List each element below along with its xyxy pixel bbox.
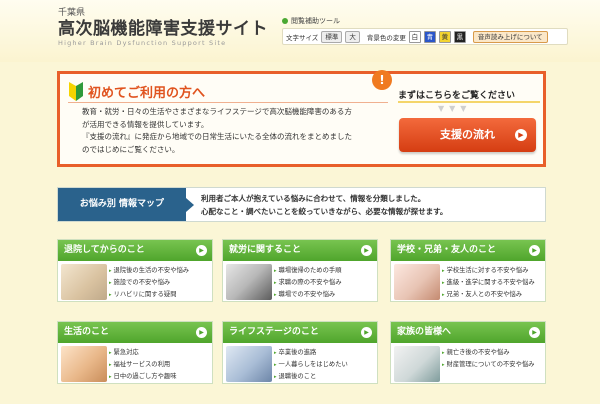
bg-blue-button[interactable]: 青 <box>423 30 436 43</box>
card-link[interactable]: 卒業後の進路 <box>274 347 348 359</box>
intro-title: 初めてご利用の方へ <box>88 86 206 101</box>
arrow-right-icon: ▶ <box>361 245 372 256</box>
card-link[interactable]: 一人暮らしをはじめたい <box>274 359 348 371</box>
support-flow-label: 支援の流れ <box>440 128 495 141</box>
bg-black-button[interactable]: 黒 <box>453 30 466 43</box>
arrow-right-icon: ▶ <box>361 327 372 338</box>
card-header[interactable]: 家族の皆様へ ▶ <box>391 322 545 343</box>
please-see-underline <box>398 101 540 103</box>
info-map-banner: お悩み別 情報マップ 利用者ご本人が抱えている悩みに合わせて、情報を分類しました… <box>57 187 546 222</box>
bg-white-button[interactable]: 白 <box>408 30 421 43</box>
arrow-right-icon: ▶ <box>529 327 540 338</box>
voice-reading-button[interactable]: 音声読み上げについて <box>472 30 548 43</box>
card-photo <box>226 264 272 300</box>
card-link[interactable]: 緊急対応 <box>109 347 176 359</box>
card-photo <box>394 346 440 382</box>
exclamation-icon: ! <box>372 70 392 90</box>
site-title[interactable]: 高次脳機能障害支援サイト <box>58 19 268 39</box>
card-link[interactable]: 退院後の生活の不安や悩み <box>109 265 190 277</box>
prefecture-label: 千葉県 <box>58 8 86 18</box>
bg-color-label: 背景色の変更 <box>366 33 406 42</box>
site-logo[interactable]: 千葉県 高次脳機能障害支援サイト Higher Brain Dysfunctio… <box>58 8 268 48</box>
site-subtitle: Higher Brain Dysfunction Support Site <box>58 39 227 47</box>
card-link[interactable]: 職場での不安や悩み <box>274 289 341 301</box>
map-line-1: 利用者ご本人が抱えている悩みに合わせて、情報を分類しました。 <box>201 194 426 203</box>
card-link[interactable]: 日中の過ごし方や趣味 <box>109 371 177 383</box>
arrow-right-icon: ▶ <box>515 129 527 141</box>
font-size-label: 文字サイズ <box>286 33 319 42</box>
card-title: ライフステージのこと <box>229 327 319 337</box>
tools-title-text: 閲覧補助ツール <box>291 17 340 25</box>
card-link-list: 学校生活に対する不安や悩み 進級・進学に関する不安や悩み 兄弟・友人との不安や悩… <box>442 265 535 301</box>
category-card-life-stage[interactable]: ライフステージのこと ▶ 卒業後の進路 一人暮らしをはじめたい 退職後のこと <box>222 321 378 384</box>
accessibility-tools: 閲覧補助ツール 文字サイズ 標準 大 背景色の変更 白 青 黄 黒 音声読み上げ… <box>282 16 568 45</box>
category-card-family[interactable]: 家族の皆様へ ▶ 親亡き後の不安や悩み 財産管理についての不安や悩み <box>390 321 546 384</box>
bg-yellow-button[interactable]: 黄 <box>438 30 451 43</box>
card-title: 家族の皆様へ <box>397 327 452 337</box>
font-large-button[interactable]: 大 <box>345 30 360 43</box>
intro-line-2: が活用できる情報を提供しています。 <box>82 119 209 129</box>
support-flow-button[interactable]: 支援の流れ ▶ <box>399 118 536 152</box>
map-pointer-arrow <box>186 198 194 212</box>
card-header[interactable]: 就労に関すること ▶ <box>223 240 377 261</box>
arrow-right-icon: ▶ <box>529 245 540 256</box>
card-photo <box>61 264 107 300</box>
intro-line-4: のではじめにご覧ください。 <box>82 144 180 154</box>
card-title: 退院してからのこと <box>64 245 145 255</box>
card-link-list: 退院後の生活の不安や悩み 施設での不安や悩み リハビリに関する疑問 <box>109 265 190 301</box>
intro-line-1: 教育・就労・日々の生活やさまざまなライフステージで高次脳機能障害のある方 <box>82 107 352 116</box>
category-card-employment[interactable]: 就労に関すること ▶ 職場復帰のための手順 求職の際の不安や悩み 職場での不安や… <box>222 239 378 302</box>
card-link-list: 親亡き後の不安や悩み 財産管理についての不安や悩み <box>442 347 535 371</box>
card-link-list: 職場復帰のための手順 求職の際の不安や悩み 職場での不安や悩み <box>274 265 342 301</box>
card-photo <box>61 346 107 382</box>
category-card-daily-life[interactable]: 生活のこと ▶ 緊急対応 福祉サービスの利用 日中の過ごし方や趣味 <box>57 321 213 384</box>
beginner-mark-icon <box>69 82 83 101</box>
card-link[interactable]: 福祉サービスの利用 <box>109 359 176 371</box>
card-link-list: 卒業後の進路 一人暮らしをはじめたい 退職後のこと <box>274 347 348 383</box>
arrow-right-icon: ▶ <box>196 327 207 338</box>
down-arrows-icon: ▼▼▼ <box>438 104 472 113</box>
category-card-school[interactable]: 学校・兄弟・友人のこと ▶ 学校生活に対する不安や悩み 進級・進学に関する不安や… <box>390 239 546 302</box>
please-see-heading: まずはこちらをご覧ください <box>398 91 516 101</box>
card-header[interactable]: ライフステージのこと ▶ <box>223 322 377 343</box>
map-line-2: 心配なこと・調べたいことを絞っていきながら、必要な情報が探せます。 <box>201 206 448 216</box>
intro-divider <box>68 102 388 103</box>
card-title: 学校・兄弟・友人のこと <box>397 245 497 255</box>
card-link[interactable]: 学校生活に対する不安や悩み <box>442 265 535 277</box>
intro-line-3: 『支援の流れ』に発症から地域での日常生活にいたる全体の流れをまとめました <box>82 132 352 141</box>
card-title: 就労に関すること <box>229 245 302 255</box>
card-link[interactable]: リハビリに関する疑問 <box>109 289 189 301</box>
tools-title: 閲覧補助ツール <box>282 16 340 26</box>
card-title: 生活のこと <box>64 327 110 337</box>
info-map-description: 利用者ご本人が抱えている悩みに合わせて、情報を分類しました。 心配なこと・調べた… <box>201 193 447 218</box>
card-photo <box>394 264 440 300</box>
card-header[interactable]: 学校・兄弟・友人のこと ▶ <box>391 240 545 261</box>
intro-panel: 初めてご利用の方へ 教育・就労・日々の生活やさまざまなライフステージで高次脳機能… <box>57 70 546 167</box>
intro-description: 教育・就労・日々の生活やさまざまなライフステージで高次脳機能障害のある方 が活用… <box>82 106 387 156</box>
card-link[interactable]: 退職後のこと <box>274 371 348 383</box>
card-link[interactable]: 兄弟・友人との不安や悩み <box>442 289 535 301</box>
category-card-discharge[interactable]: 退院してからのこと ▶ 退院後の生活の不安や悩み 施設での不安や悩み リハビリに… <box>57 239 213 302</box>
font-standard-button[interactable]: 標準 <box>321 30 343 43</box>
card-header[interactable]: 生活のこと ▶ <box>58 322 212 343</box>
tools-bar: 文字サイズ 標準 大 背景色の変更 白 青 黄 黒 音声読み上げについて <box>282 28 568 45</box>
card-link[interactable]: 職場復帰のための手順 <box>274 265 342 277</box>
card-link[interactable]: 進級・進学に関する不安や悩み <box>442 277 535 289</box>
arrow-right-icon: ▶ <box>196 245 207 256</box>
card-header[interactable]: 退院してからのこと ▶ <box>58 240 212 261</box>
info-map-label: お悩み別 情報マップ <box>58 188 186 221</box>
card-link[interactable]: 親亡き後の不安や悩み <box>442 347 534 359</box>
card-photo <box>226 346 272 382</box>
card-link[interactable]: 財産管理についての不安や悩み <box>442 359 535 371</box>
card-link-list: 緊急対応 福祉サービスの利用 日中の過ごし方や趣味 <box>109 347 177 383</box>
card-link[interactable]: 施設での不安や悩み <box>109 277 189 289</box>
card-link[interactable]: 求職の際の不安や悩み <box>274 277 342 289</box>
green-dot-icon <box>282 18 288 24</box>
